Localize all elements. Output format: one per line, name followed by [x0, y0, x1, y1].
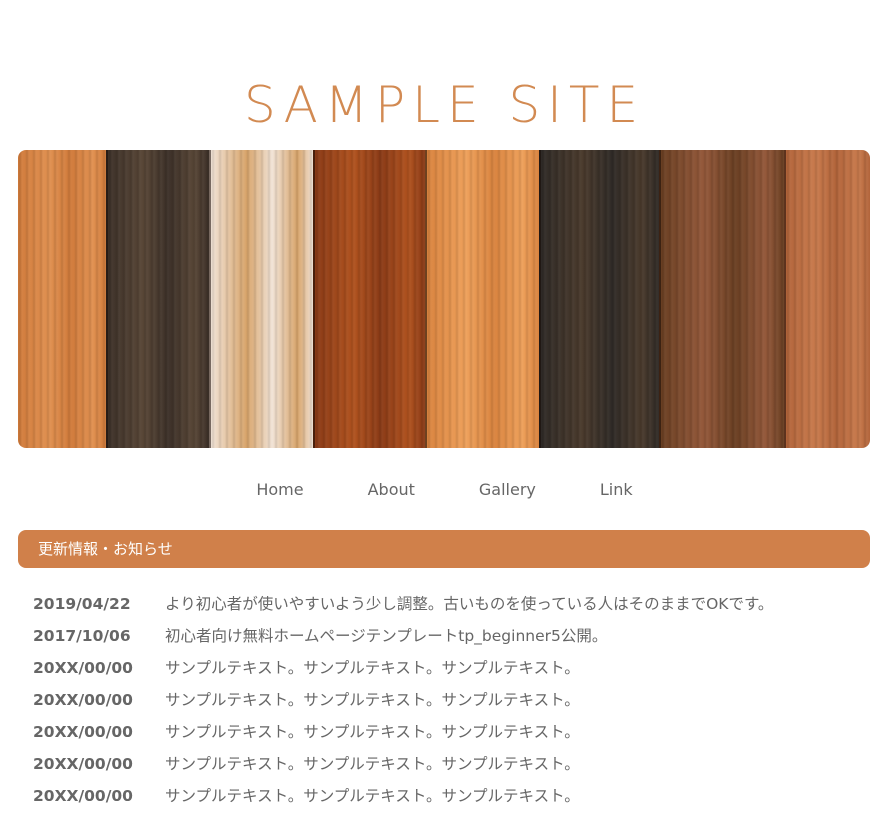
news-date: 20XX/00/00	[33, 755, 133, 773]
news-item: 2019/04/22 より初心者が使いやすいよう少し調整。古いものを使っている人…	[33, 590, 873, 622]
news-text: サンプルテキスト。サンプルテキスト。サンプルテキスト。	[165, 755, 580, 773]
news-date: 20XX/00/00	[33, 787, 133, 805]
news-item: 20XX/00/00 サンプルテキスト。サンプルテキスト。サンプルテキスト。	[33, 750, 873, 782]
news-item: 20XX/00/00 サンプルテキスト。サンプルテキスト。サンプルテキスト。	[33, 782, 873, 814]
nav-about[interactable]: About	[368, 478, 415, 502]
wood-plank	[105, 150, 210, 448]
wood-plank	[784, 150, 870, 448]
wood-plank	[539, 150, 660, 448]
news-item: 20XX/00/00 サンプルテキスト。サンプルテキスト。サンプルテキスト。	[33, 718, 873, 750]
nav-gallery[interactable]: Gallery	[479, 478, 536, 502]
news-text: 初心者向け無料ホームページテンプレートtp_beginner5公開。	[165, 627, 608, 645]
news-date: 20XX/00/00	[33, 723, 133, 741]
hero-wood-image	[18, 150, 870, 448]
news-date: 2017/10/06	[33, 627, 131, 645]
news-text: サンプルテキスト。サンプルテキスト。サンプルテキスト。	[165, 723, 580, 741]
news-item: 20XX/00/00 サンプルテキスト。サンプルテキスト。サンプルテキスト。	[33, 686, 873, 718]
news-date: 20XX/00/00	[33, 659, 133, 677]
wood-plank	[659, 150, 785, 448]
wood-plank	[425, 150, 540, 448]
wood-plank	[208, 150, 314, 448]
news-item: 20XX/00/00 サンプルテキスト。サンプルテキスト。サンプルテキスト。	[33, 654, 873, 686]
news-text: サンプルテキスト。サンプルテキスト。サンプルテキスト。	[165, 659, 580, 677]
site-title[interactable]: SAMPLE SITE	[0, 72, 889, 138]
wood-plank	[313, 150, 426, 448]
news-text: より初心者が使いやすいよう少し調整。古いものを使っている人はそのままでOKです。	[165, 595, 774, 613]
nav-home[interactable]: Home	[256, 478, 303, 502]
wood-plank	[18, 150, 106, 448]
news-item: 2017/10/06 初心者向け無料ホームページテンプレートtp_beginne…	[33, 622, 873, 654]
news-date: 2019/04/22	[33, 595, 131, 613]
news-text: サンプルテキスト。サンプルテキスト。サンプルテキスト。	[165, 691, 580, 709]
main-nav: Home About Gallery Link	[0, 478, 889, 502]
news-date: 20XX/00/00	[33, 691, 133, 709]
news-list: 2019/04/22 より初心者が使いやすいよう少し調整。古いものを使っている人…	[33, 590, 873, 814]
nav-link[interactable]: Link	[600, 478, 633, 502]
news-text: サンプルテキスト。サンプルテキスト。サンプルテキスト。	[165, 787, 580, 805]
news-heading: 更新情報・お知らせ	[18, 530, 870, 568]
